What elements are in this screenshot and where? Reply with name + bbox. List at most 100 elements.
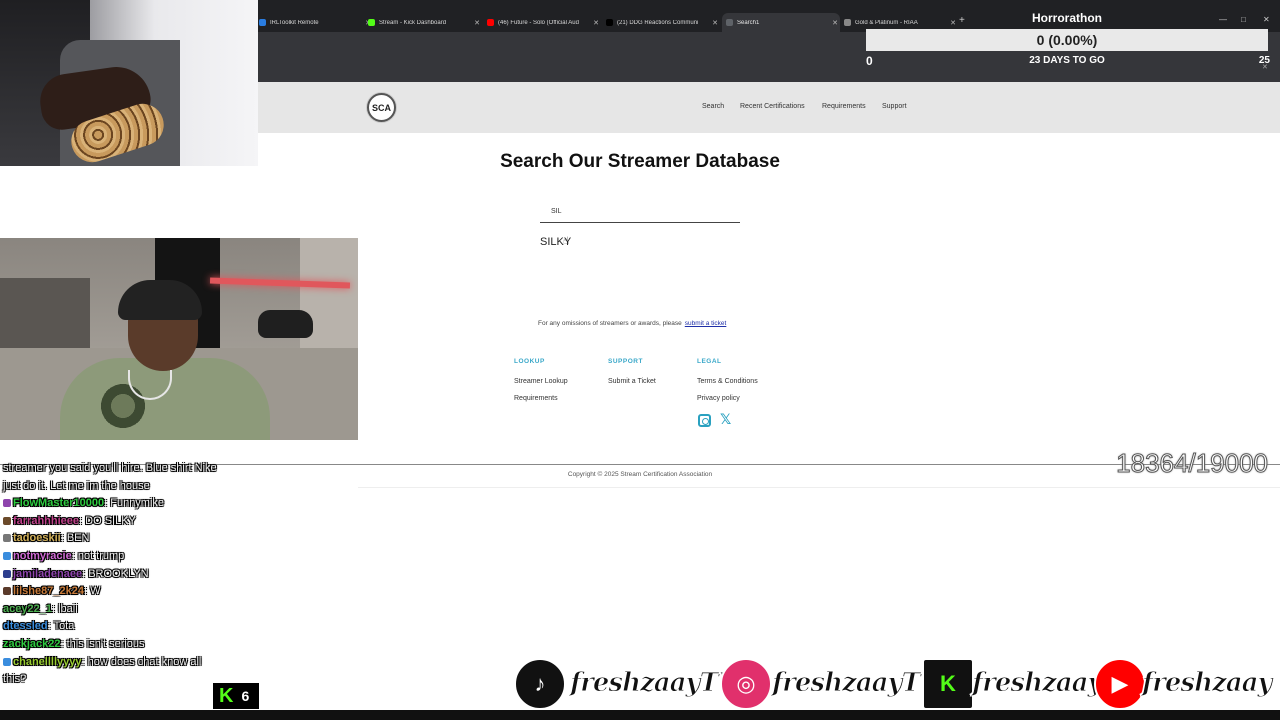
footer-submit-ticket-link[interactable]: Submit a Ticket [608,378,656,385]
tab-favicon-icon [487,19,494,26]
kick-icon: K [219,684,234,707]
footer-streamer-lookup-link[interactable]: Streamer Lookup [514,378,568,385]
tab-label: (46) Future - Solo (Official Aud [498,19,579,26]
footer-requirements-link[interactable]: Requirements [514,395,558,402]
chat-text: BEN [66,532,90,545]
bottom-strip [0,710,1280,720]
door [300,238,358,358]
omission-notice: For any omissions of streamers or awards… [538,320,726,327]
viewer-count: 6 [241,688,250,704]
browser-tab[interactable]: Search1 ✕ [722,13,840,32]
instagram-icon: ◎ [720,658,772,710]
chat-text: Funnymike [110,497,165,510]
chat-username: zackjack22 [3,637,61,650]
chat-message: zackjack22: this isn't serious [3,636,223,654]
nav-requirements-link[interactable]: Requirements [822,103,866,110]
chat-badge-icon [3,516,11,525]
browser-tab[interactable]: (21) DDG Reactions Communi ✕ [602,13,720,32]
footer-lookup-heading: LOOKUP [514,358,545,365]
chat-message: acey22_1: lbaii [3,601,223,619]
tab-label: IRLToolkit Remote [270,19,319,26]
chat-username: lilshe87_2k24 [13,585,84,598]
chat-text: BROOKLYN [88,567,149,580]
chat-badge-icon [3,657,11,666]
chat-username: notmyracie [13,549,72,562]
webcam-sleeping [0,0,258,166]
youtube-handle: freshzaay [1142,668,1274,699]
hand-cursor-icon: ☝ [563,236,570,247]
viewer-count-badge: K6 [213,683,259,709]
chat-text: lbaii [58,602,78,615]
close-icon[interactable]: ✕ [1262,63,1268,71]
socials-bar: ♪ freshzaayTV ◎ freshzaayTV Kfreshzaay ▶ fresh… [510,658,1280,710]
chat-text: streamer you said you'll hire. Blue shir… [3,462,217,492]
tab-favicon-icon [259,19,266,26]
tab-favicon-icon [726,19,733,26]
stream-screen: IRLToolkit Remote✕Stream - Kick Dashboar… [0,0,1280,720]
tab-favicon-icon [844,19,851,26]
chat-message: chanellllyyyy: how does chat know all th… [3,654,223,689]
chat-text: W [90,585,101,598]
chat-username: FlowMaster10000 [13,497,105,510]
tab-close-icon[interactable]: ✕ [472,19,482,27]
chat-username: chanellllyyyy [13,655,82,668]
chat-message: streamer you said you'll hire. Blue shir… [3,460,223,495]
kick-icon: K [922,658,974,710]
tab-favicon-icon [606,19,613,26]
tab-label: (21) DDG Reactions Communi [617,19,699,26]
chat-text: not trump [77,549,125,562]
nav-support-link[interactable]: Support [882,103,907,110]
chat-username: acey22_1 [3,602,52,615]
chat-text: this isn't serious [66,637,145,650]
footer-privacy-link[interactable]: Privacy policy [697,395,740,402]
kick-handle: freshzaay [972,668,1104,699]
tiktok-handle: freshzaayTV [569,668,738,699]
footer-divider-bottom [358,487,1280,488]
chat-text: DO SILKY [85,514,136,527]
tiktok-icon: ♪ [514,658,566,710]
chat-message: tadoeskii: BEN [3,530,223,548]
chat-overlay: streamer you said you'll hire. Blue shir… [3,460,223,689]
goal-title: Horrorathon [1032,11,1102,25]
browser-tab[interactable]: (46) Future - Solo (Official Aud ✕ [483,13,601,32]
chat-message: dtessled: Tota [3,618,223,636]
chat-message: FlowMaster10000: Funnymike [3,495,223,513]
submit-ticket-link[interactable]: submit a ticket [685,320,727,327]
footer-terms-link[interactable]: Terms & Conditions [697,378,758,385]
footer-legal-heading: LEGAL [697,358,722,365]
footer-support-heading: SUPPORT [608,358,643,365]
browser-tab[interactable]: IRLToolkit Remote✕ [255,13,373,32]
chat-username: jamiladenaee [13,567,83,580]
bag-on-floor [258,310,313,338]
browser-tab[interactable]: Stream - Kick Dashboard ✕ [364,13,482,32]
omission-text: For any omissions of streamers or awards… [538,320,682,327]
instagram-icon[interactable] [698,414,711,427]
streamer-search-input[interactable] [540,200,740,223]
x-icon[interactable]: 𝕏 [720,411,731,428]
tab-close-icon[interactable]: ✕ [710,19,720,27]
page-title: Search Our Streamer Database [500,151,780,172]
chat-badge-icon [3,534,11,543]
goal-days-label: 23 DAYS TO GO [1029,55,1105,66]
tab-close-icon[interactable]: ✕ [591,19,601,27]
goal-progress-bar: 0 (0.00%) [866,29,1268,51]
sca-logo[interactable]: SCA [367,93,396,122]
tab-close-icon[interactable]: ✕ [830,19,840,27]
youtube-icon: ▶ [1094,658,1146,710]
webcam-streamer [0,238,358,440]
chat-badge-icon [3,499,11,508]
chat-message: lilshe87_2k24: W [3,583,223,601]
chat-username: tadoeskii [13,532,61,545]
chat-username: farrahhhieee [13,514,80,527]
streamer-cap [118,280,202,320]
chat-badge-icon [3,569,11,578]
sub-counter: 18364/19000 [1116,448,1269,479]
tab-favicon-icon [368,19,375,26]
instagram-handle: freshzaayTV [771,668,940,699]
tab-label: Stream - Kick Dashboard [379,19,447,26]
nav-recent-certifications-link[interactable]: Recent Certifications [740,103,805,110]
chat-badge-icon [3,587,11,596]
chat-message: jamiladenaee: BROOKLYN [3,566,223,584]
nav-search-link[interactable]: Search [702,103,724,110]
copyright-text: Copyright © 2025 Stream Certification As… [567,471,713,478]
